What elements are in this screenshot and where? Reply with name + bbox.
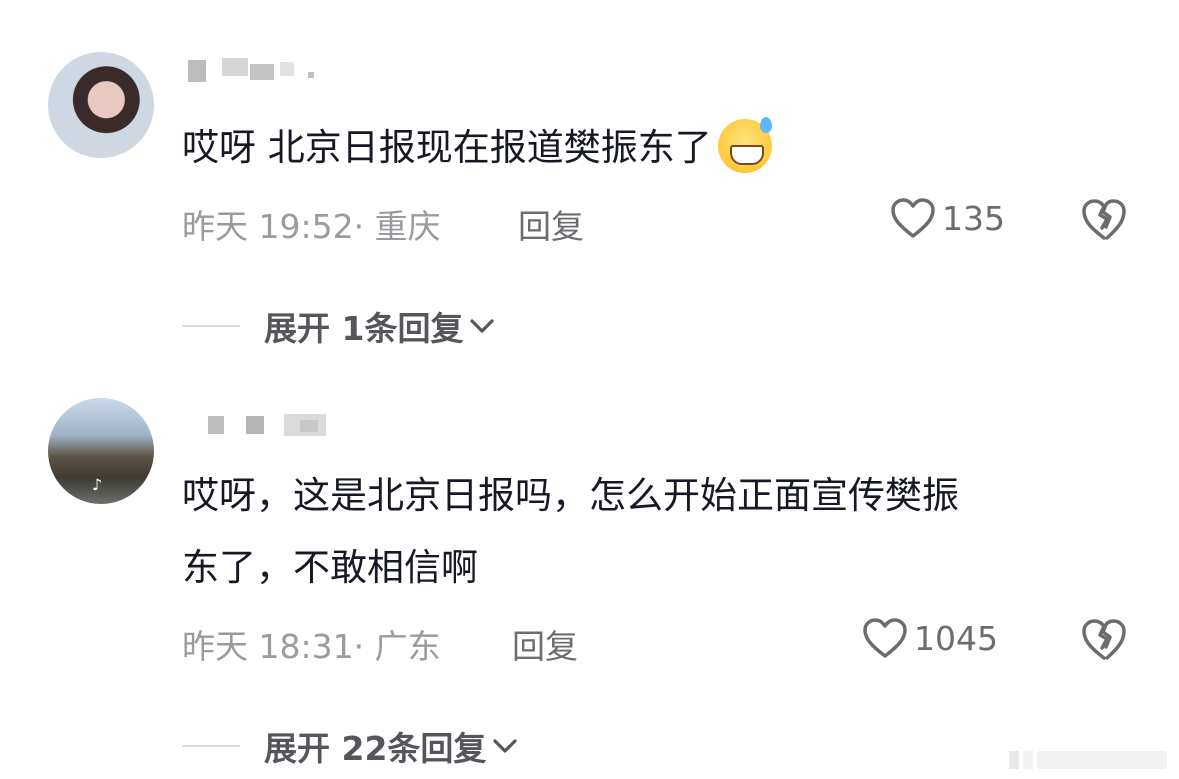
comment-meta: 昨天 18:31· 广东 (182, 620, 441, 668)
reply-button[interactable]: 回复 (512, 620, 578, 668)
like-count: 1045 (914, 618, 998, 658)
expand-replies-button[interactable]: 展开 22条回复 (182, 722, 518, 770)
comment-location: · 广东 (353, 627, 441, 666)
username-redacted[interactable] (188, 414, 348, 442)
divider-line (182, 745, 240, 747)
watermark-logo-icon (1009, 751, 1167, 769)
comment-item: ♪ 哎呀，这是北京日报吗，怎么开始正面宣传樊振 东了，不敢相信啊 昨天 18:3… (0, 0, 1179, 779)
comment-text: 哎呀，这是北京日报吗，怎么开始正面宣传樊振 东了，不敢相信啊 (182, 460, 1142, 604)
comment-time: 昨天 18:31 (182, 627, 354, 666)
chevron-down-icon (493, 739, 518, 753)
expand-replies-label: 展开 22条回复 (264, 729, 487, 768)
avatar[interactable]: ♪ (48, 398, 154, 504)
broken-heart-icon[interactable] (1080, 617, 1128, 661)
comment-text-line-2: 东了，不敢相信啊 (182, 546, 478, 589)
comment-text-line-1: 哎呀，这是北京日报吗，怎么开始正面宣传樊振 (182, 474, 959, 517)
tiktok-logo-icon: ♪ (92, 475, 103, 494)
heart-outline-icon (863, 618, 907, 658)
like-button[interactable]: 1045 (862, 617, 998, 659)
